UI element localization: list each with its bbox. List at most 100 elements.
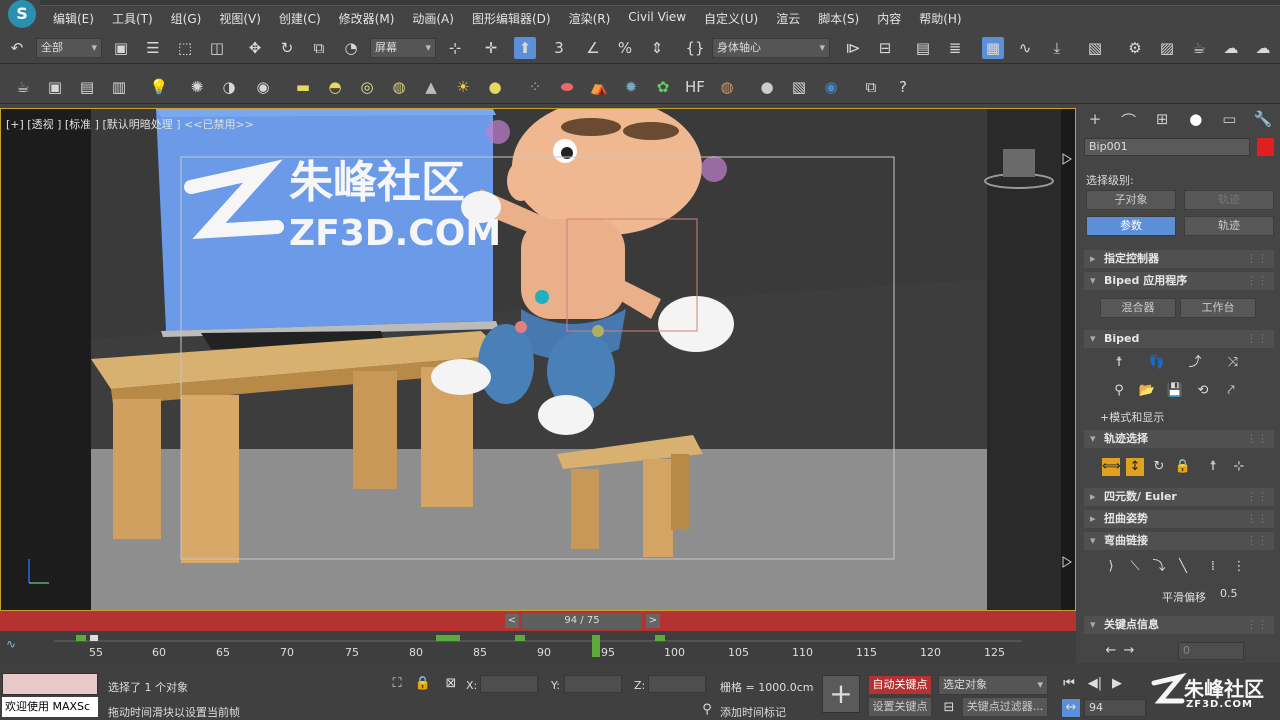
align-icon[interactable]: ⊟ xyxy=(874,37,896,59)
body-horizontal-icon[interactable]: ⟺ xyxy=(1102,458,1121,476)
layer-explorer-icon[interactable]: ≣ xyxy=(944,37,966,59)
sub-object-button[interactable]: 子对象 xyxy=(1086,190,1176,210)
hf-icon[interactable]: HF xyxy=(684,76,706,98)
menu-customize[interactable]: 自定义(U) xyxy=(695,10,767,27)
light-bulb-icon[interactable]: 💡 xyxy=(148,76,170,98)
z-coordinate-field[interactable] xyxy=(648,675,706,693)
key-filter-icon[interactable]: ⊟ xyxy=(940,699,958,717)
track-button-disabled[interactable]: 轨迹 xyxy=(1184,190,1274,210)
named-selection-dropdown[interactable]: 身体轴心 xyxy=(712,38,830,58)
menu-scripting[interactable]: 脚本(S) xyxy=(809,10,868,27)
window-crossing-icon[interactable]: ◫ xyxy=(206,37,228,59)
next-frame-button[interactable]: > xyxy=(646,614,660,628)
mode-display-label[interactable]: +模式和显示 xyxy=(1100,409,1164,425)
workbench-button[interactable]: 工作台 xyxy=(1180,298,1256,318)
add-time-tag-label[interactable]: 添加时间标记 xyxy=(720,704,786,720)
select-by-name-icon[interactable]: ☰ xyxy=(142,37,164,59)
opposite-icon[interactable]: ⊹ xyxy=(1230,458,1248,476)
auto-key-button[interactable]: 自动关键点 xyxy=(868,675,932,695)
render-sphere-icon[interactable]: ◉ xyxy=(820,76,842,98)
symmetrical-icon[interactable]: ☨ xyxy=(1204,458,1222,476)
maxscript-listener-top[interactable] xyxy=(2,673,98,695)
motion-flow-icon[interactable]: ⤴ xyxy=(1186,354,1204,372)
rendered-frame-window-icon[interactable]: ▨ xyxy=(1156,37,1178,59)
key-mode-dropdown[interactable]: 选定对象 xyxy=(938,675,1048,695)
material-editor-small-icon[interactable]: ▧ xyxy=(788,76,810,98)
isolate-selection-icon[interactable]: ⛶ xyxy=(388,675,406,693)
panel-icon[interactable]: ▥ xyxy=(108,76,130,98)
edit-named-selection-icon[interactable]: {} xyxy=(684,37,706,59)
menu-civil-view[interactable]: Civil View xyxy=(619,10,695,27)
help-icon[interactable]: ? xyxy=(892,76,914,98)
menu-rendering[interactable]: 渲染(R) xyxy=(560,10,620,27)
bend-links-mode-icon[interactable]: ⟩ xyxy=(1102,558,1120,576)
body-vertical-icon[interactable]: ↕ xyxy=(1126,458,1144,476)
next-key-icon[interactable]: → xyxy=(1120,642,1138,660)
mirror-icon[interactable]: ⧐ xyxy=(842,37,864,59)
maxscript-listener-input[interactable]: 欢迎使用 MAXSc xyxy=(2,697,98,717)
smooth-bias-spinner[interactable]: 0.5 xyxy=(1218,587,1248,603)
place-icon[interactable]: ◔ xyxy=(340,37,362,59)
motion-tab-icon[interactable]: ● xyxy=(1185,110,1207,132)
selection-lock-icon[interactable]: 🔒 xyxy=(414,675,432,693)
menu-modifiers[interactable]: 修改器(M) xyxy=(330,10,404,27)
rollout-track-selection[interactable]: 轨迹选择 xyxy=(1084,430,1274,448)
camera-icon[interactable]: ◉ xyxy=(252,76,274,98)
load-file-icon[interactable]: 📂 xyxy=(1138,382,1156,400)
calculator-icon[interactable]: ▤ xyxy=(76,76,98,98)
select-manipulate-icon[interactable]: ✛ xyxy=(480,37,502,59)
menu-group[interactable]: 组(G) xyxy=(162,10,211,27)
menu-graph-editors[interactable]: 图形编辑器(D) xyxy=(463,10,560,27)
utilities-tab-icon[interactable]: 🔧 xyxy=(1252,110,1274,132)
track-bar[interactable]: ∿ 55 60 65 70 75 80 85 90 95 100 105 110… xyxy=(0,631,1076,663)
sun-icon[interactable]: ☀ xyxy=(452,76,474,98)
menu-view[interactable]: 视图(V) xyxy=(210,10,270,27)
key-filters-button[interactable]: 关键点过滤器... xyxy=(962,697,1048,717)
current-frame-field[interactable]: 94 xyxy=(1084,699,1146,717)
percent-snap-icon[interactable]: % xyxy=(614,37,636,59)
keyboard-shortcut-override-icon[interactable]: ⬆ xyxy=(514,37,536,59)
render-online-icon[interactable]: ☁ xyxy=(1252,37,1274,59)
object-name-field[interactable]: Bip001 xyxy=(1084,138,1250,156)
biped-playback-icon[interactable]: ⚲ xyxy=(1110,382,1128,400)
rollout-twist-poses[interactable]: 扭曲姿势 xyxy=(1084,510,1274,528)
reference-coord-dropdown[interactable]: 屏幕 xyxy=(370,38,436,58)
curve-editor-icon[interactable]: ∿ xyxy=(1014,37,1036,59)
time-tag-icon[interactable]: ⚲ xyxy=(698,701,716,719)
key-number-field[interactable]: 0 xyxy=(1178,642,1244,660)
rollout-key-info[interactable]: 关键点信息 xyxy=(1084,616,1274,634)
sphere-light-icon[interactable]: ◎ xyxy=(356,76,378,98)
rollout-biped-app[interactable]: Biped 应用程序 xyxy=(1084,272,1274,290)
y-coordinate-field[interactable] xyxy=(564,675,622,693)
gear-sphere-icon[interactable]: ✹ xyxy=(620,76,642,98)
copy-icon[interactable]: ⧉ xyxy=(860,76,882,98)
rollout-bend-links[interactable]: 弯曲链接 xyxy=(1084,532,1274,550)
save-file-icon[interactable]: 💾 xyxy=(1166,382,1184,400)
material-sphere-icon[interactable]: ● xyxy=(756,76,778,98)
app-logo-icon[interactable]: S xyxy=(8,0,36,28)
fur-icon[interactable]: ✿ xyxy=(652,76,674,98)
menu-tools[interactable]: 工具(T) xyxy=(103,10,162,27)
material-editor-icon[interactable]: ▧ xyxy=(1084,37,1106,59)
plane-light-icon[interactable]: ▬ xyxy=(292,76,314,98)
dome-light-icon[interactable]: ◓ xyxy=(324,76,346,98)
prev-frame-button[interactable]: < xyxy=(505,614,519,628)
scale-icon[interactable]: ⧉ xyxy=(308,37,330,59)
zero-all-icon[interactable]: ⋮ xyxy=(1230,558,1248,576)
rotate-icon[interactable]: ↻ xyxy=(276,37,298,59)
rollout-quaternion-euler[interactable]: 四元数/ Euler xyxy=(1084,488,1274,506)
capsule-icon[interactable]: ⬬ xyxy=(556,76,578,98)
twist-links-mode-icon[interactable]: ⟍ xyxy=(1126,558,1144,576)
particle-icon[interactable]: ⁘ xyxy=(524,76,546,98)
modify-tab-icon[interactable]: ⌒ xyxy=(1118,110,1140,132)
twist-individual-icon[interactable]: ⤵ xyxy=(1150,558,1168,576)
proxy-icon[interactable]: ⛺ xyxy=(588,76,610,98)
spray-icon[interactable]: ✺ xyxy=(186,76,208,98)
ies-light-icon[interactable]: ● xyxy=(484,76,506,98)
time-slider[interactable]: 94 / 75 xyxy=(522,613,642,629)
snaps-toggle-icon[interactable]: 3 xyxy=(548,37,570,59)
set-key-big-button[interactable]: + xyxy=(822,675,860,713)
mixer-mode-icon[interactable]: ⤨ xyxy=(1224,354,1242,372)
prev-frame-icon[interactable]: ◀| xyxy=(1086,675,1104,693)
menu-content[interactable]: 内容 xyxy=(868,10,910,27)
